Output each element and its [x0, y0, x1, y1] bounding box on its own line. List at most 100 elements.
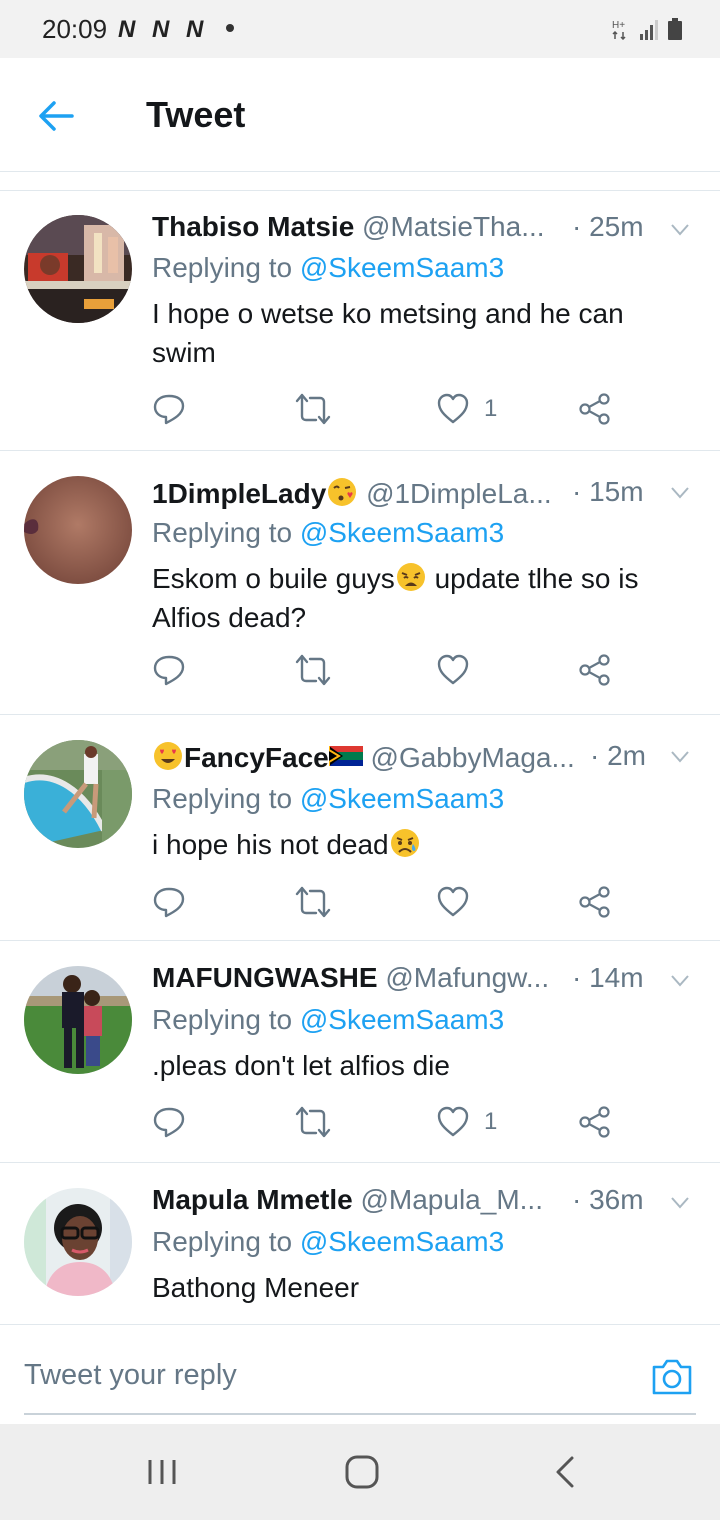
like-button[interactable] [436, 650, 484, 690]
replying-to: Replying to @SkeemSaam3 [152, 783, 504, 815]
author-handle[interactable]: @MatsieTha... [362, 211, 544, 242]
tweet-time: · 36m [572, 1184, 644, 1215]
chevron-down-icon[interactable] [670, 223, 690, 237]
tweet-time: · 2m [590, 740, 646, 771]
reply-button[interactable] [152, 389, 186, 429]
tweet-header: 1DimpleLady @1DimpleLa... · 15m [152, 476, 692, 510]
chevron-down-icon[interactable] [670, 750, 690, 764]
replying-to-label: Replying to [152, 1004, 300, 1035]
author-name[interactable]: MAFUNGWASHE [152, 962, 378, 993]
replying-to: Replying to @SkeemSaam3 [152, 252, 504, 284]
reply-button[interactable] [152, 1102, 186, 1142]
tweet-time: · 14m [572, 962, 644, 993]
tweet-item[interactable]: Mapula Mmetle @Mapula_M... · 36m Replyin… [0, 1164, 720, 1324]
author-handle[interactable]: @GabbyMaga... [371, 742, 575, 773]
arrow-left-icon[interactable] [36, 96, 76, 136]
notification-icon: N [186, 16, 204, 43]
page-title: Tweet [146, 94, 246, 135]
replying-to-label: Replying to [152, 1226, 300, 1257]
crying-face-emoji [390, 829, 419, 857]
reply-button[interactable] [152, 882, 186, 922]
like-button[interactable]: 1 [436, 389, 497, 429]
replying-to-label: Replying to [152, 252, 300, 283]
hplus-data-icon: H+ [612, 20, 626, 40]
author-name[interactable]: FancyFace [184, 742, 329, 773]
tweet-item[interactable]: 1DimpleLady @1DimpleLa... · 15m Replying… [0, 452, 720, 715]
tweet-text: i hope his not dead [152, 825, 692, 864]
chevron-down-icon[interactable] [670, 1196, 690, 1210]
tweet-item[interactable]: FancyFace @GabbyMaga... · 2m Replying to… [0, 716, 720, 941]
like-button[interactable]: 1 [436, 1102, 497, 1142]
author-name[interactable]: 1DimpleLady [152, 478, 326, 509]
south-africa-flag-emoji [328, 746, 363, 766]
recent-apps-icon[interactable] [142, 1452, 182, 1492]
share-icon [579, 393, 610, 425]
heart-icon [437, 1106, 469, 1137]
heart-icon [437, 654, 469, 685]
heart-eyes-emoji [154, 742, 182, 770]
author-handle[interactable]: @Mafungw... [385, 962, 549, 993]
reply-icon [153, 1107, 185, 1138]
mention-link[interactable]: @SkeemSaam3 [300, 517, 504, 548]
tweet-actions: 1 [152, 1102, 632, 1142]
replying-to-label: Replying to [152, 517, 300, 548]
status-time: 20:09 [42, 14, 108, 44]
share-button[interactable] [578, 650, 612, 690]
tweet-text: Bathong Meneer [152, 1272, 360, 1303]
reply-input-underline [24, 1413, 696, 1415]
tweet-time: · 15m [572, 476, 644, 507]
notification-icon: N [152, 16, 170, 43]
like-button[interactable] [436, 882, 484, 922]
svg-text:H+: H+ [612, 20, 625, 31]
avatar[interactable] [24, 966, 132, 1074]
mention-link[interactable]: @SkeemSaam3 [300, 783, 504, 814]
avatar[interactable] [24, 1188, 132, 1296]
status-bar: 20:09 N N N H+ [0, 0, 720, 58]
mention-link[interactable]: @SkeemSaam3 [300, 1226, 504, 1257]
author-handle[interactable]: @Mapula_M... [360, 1184, 543, 1215]
share-button[interactable] [578, 389, 612, 429]
author-name[interactable]: Mapula Mmetle [152, 1184, 353, 1215]
retweet-button[interactable] [294, 389, 332, 429]
tweet-time: · 25m [572, 211, 644, 242]
author-name[interactable]: Thabiso Matsie [152, 211, 354, 242]
share-button[interactable] [578, 882, 612, 922]
retweet-button[interactable] [294, 650, 332, 690]
back-icon[interactable] [546, 1452, 586, 1492]
tweet-text: I hope o wetse ko metsing and he can swi… [152, 298, 624, 368]
tweet-item[interactable]: MAFUNGWASHE @Mafungw... · 14m Replying t… [0, 942, 720, 1163]
mention-link[interactable]: @SkeemSaam3 [300, 252, 504, 283]
mention-link[interactable]: @SkeemSaam3 [300, 1004, 504, 1035]
weary-face-emoji [396, 563, 425, 591]
signal-bars-icon [640, 20, 658, 40]
kissing-heart-emoji [328, 478, 357, 506]
share-button[interactable] [578, 1102, 612, 1142]
home-icon[interactable] [342, 1452, 382, 1492]
share-icon [579, 654, 610, 686]
tweet-header: Mapula Mmetle @Mapula_M... · 36m [152, 1184, 692, 1218]
camera-icon[interactable] [650, 1357, 694, 1397]
chevron-down-icon[interactable] [670, 486, 690, 500]
author-handle[interactable]: @1DimpleLa... [366, 478, 552, 509]
system-nav-bar [0, 1424, 720, 1520]
heart-icon [437, 886, 469, 917]
chevron-down-icon[interactable] [670, 974, 690, 988]
reply-icon [153, 655, 185, 686]
avatar[interactable] [24, 476, 132, 584]
retweet-button[interactable] [294, 882, 332, 922]
avatar[interactable] [24, 215, 132, 323]
tweet-actions [152, 882, 632, 922]
retweet-icon [295, 1106, 331, 1138]
reply-input[interactable]: Tweet your reply [24, 1359, 237, 1392]
retweet-button[interactable] [294, 1102, 332, 1142]
tweet-actions: 1 [152, 389, 632, 429]
avatar[interactable] [24, 740, 132, 848]
tweet-actions [152, 650, 632, 690]
more-notifications-dot [226, 24, 234, 32]
retweet-icon [295, 393, 331, 425]
reply-button[interactable] [152, 650, 186, 690]
tweet-item[interactable]: Thabiso Matsie @MatsieTha... · 25m Reply… [0, 191, 720, 451]
tweet-header: MAFUNGWASHE @Mafungw... · 14m [152, 962, 692, 996]
battery-icon [668, 18, 682, 40]
replying-to-label: Replying to [152, 783, 300, 814]
